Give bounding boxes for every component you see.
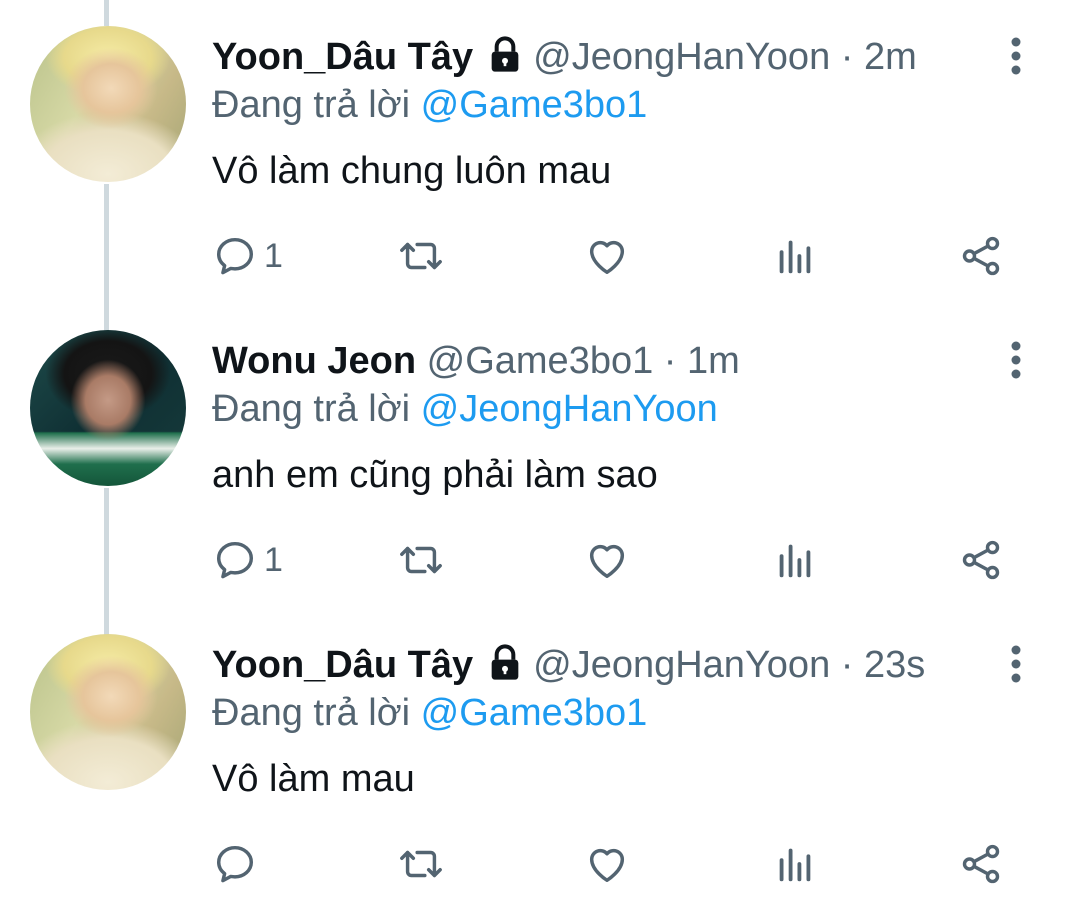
more-vertical-icon[interactable]: [996, 338, 1036, 382]
timestamp[interactable]: 1m: [687, 340, 740, 382]
tweet-text: Vô làm chung luôn mau: [212, 150, 612, 192]
tweet-header: Yoon_Dâu Tây @JeongHanYoon · 23s: [212, 642, 925, 688]
reply-count: 1: [264, 236, 283, 275]
retweet-icon: [400, 242, 442, 270]
handle[interactable]: @Game3bo1: [427, 340, 654, 382]
views-button[interactable]: [772, 228, 818, 284]
replying-to: Đang trả lời @Game3bo1: [212, 690, 647, 736]
handle[interactable]: @JeongHanYoon: [533, 36, 830, 78]
separator: ·: [840, 644, 854, 686]
lock-icon: [485, 35, 525, 75]
separator: ·: [663, 340, 677, 382]
reply-button[interactable]: 1: [212, 532, 283, 588]
display-name[interactable]: Yoon_Dâu Tây: [212, 36, 473, 78]
like-button[interactable]: [584, 532, 630, 588]
reply-icon: [216, 237, 254, 275]
retweet-button[interactable]: [398, 228, 444, 284]
share-button[interactable]: [958, 228, 1004, 284]
replying-to: Đang trả lời @Game3bo1: [212, 82, 647, 128]
reply-prefix: Đang trả lời: [212, 388, 411, 430]
views-button[interactable]: [772, 836, 818, 892]
replying-to: Đang trả lời @JeongHanYoon: [212, 386, 718, 432]
heart-icon: [589, 544, 625, 579]
reply-icon: [216, 845, 254, 883]
share-icon: [962, 540, 1000, 580]
retweet-button[interactable]: [398, 532, 444, 588]
lock-icon: [485, 643, 525, 683]
more-vertical-icon[interactable]: [996, 34, 1036, 78]
avatar[interactable]: [30, 330, 186, 486]
display-name[interactable]: Yoon_Dâu Tây: [212, 644, 473, 686]
reply-prefix: Đang trả lời: [212, 692, 411, 734]
heart-icon: [589, 848, 625, 883]
action-bar: [212, 836, 1032, 892]
tweet-header: Wonu Jeon @Game3bo1 · 1m: [212, 338, 740, 384]
tweet-text: Vô làm mau: [212, 758, 415, 800]
action-bar: 1: [212, 532, 1032, 588]
views-icon: [779, 240, 811, 274]
share-button[interactable]: [958, 836, 1004, 892]
reply-mention[interactable]: @Game3bo1: [421, 692, 648, 734]
reply-prefix: Đang trả lời: [212, 84, 411, 126]
retweet-button[interactable]: [398, 836, 444, 892]
reply-count: 1: [264, 540, 283, 579]
views-icon: [779, 544, 811, 578]
timestamp[interactable]: 23s: [864, 644, 925, 686]
like-button[interactable]: [584, 228, 630, 284]
tweet-text: anh em cũng phải làm sao: [212, 454, 658, 496]
heart-icon: [589, 240, 625, 275]
reply-button[interactable]: [212, 836, 264, 892]
reply-icon: [216, 541, 254, 579]
tweet[interactable]: Yoon_Dâu Tây @JeongHanYoon · 23s Đang trả…: [0, 608, 1080, 902]
tweet[interactable]: Yoon_Dâu Tây @JeongHanYoon · 2m Đang trả …: [0, 0, 1080, 302]
retweet-icon: [400, 850, 442, 878]
tweet-header: Yoon_Dâu Tây @JeongHanYoon · 2m: [212, 34, 917, 80]
separator: ·: [840, 36, 854, 78]
views-icon: [779, 848, 811, 882]
share-icon: [962, 844, 1000, 884]
like-button[interactable]: [584, 836, 630, 892]
reply-mention[interactable]: @Game3bo1: [421, 84, 648, 126]
more-vertical-icon[interactable]: [996, 642, 1036, 686]
tweet[interactable]: Wonu Jeon @Game3bo1 · 1m Đang trả lời @J…: [0, 304, 1080, 606]
views-button[interactable]: [772, 532, 818, 588]
action-bar: 1: [212, 228, 1032, 284]
reply-mention[interactable]: @JeongHanYoon: [421, 388, 718, 430]
handle[interactable]: @JeongHanYoon: [533, 644, 830, 686]
avatar[interactable]: [30, 634, 186, 790]
display-name[interactable]: Wonu Jeon: [212, 340, 416, 382]
retweet-icon: [400, 546, 442, 574]
share-button[interactable]: [958, 532, 1004, 588]
timestamp[interactable]: 2m: [864, 36, 917, 78]
reply-button[interactable]: 1: [212, 228, 283, 284]
avatar[interactable]: [30, 26, 186, 182]
share-icon: [962, 236, 1000, 276]
